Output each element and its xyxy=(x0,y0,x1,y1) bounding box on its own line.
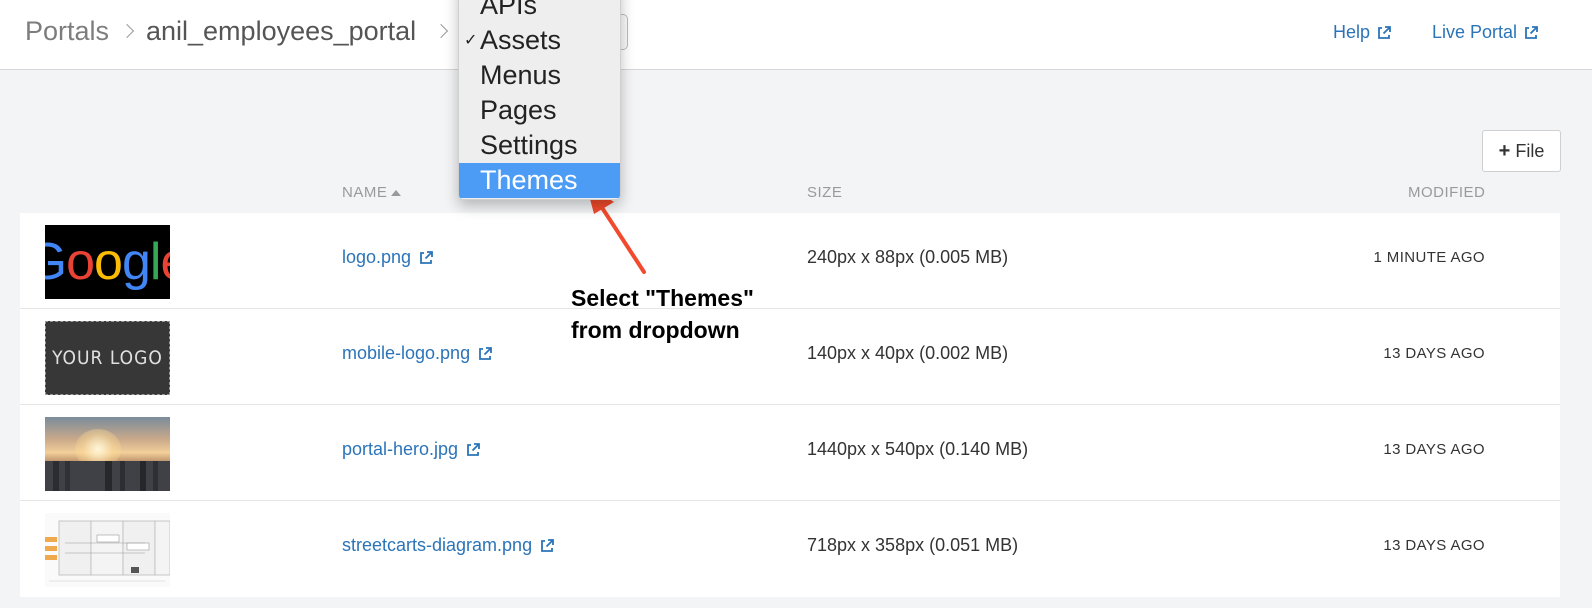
dropdown-item-label: Menus xyxy=(480,60,562,90)
file-name-label: logo.png xyxy=(342,247,412,267)
column-header-modified: MODIFIED xyxy=(1408,184,1486,201)
dropdown-item-themes[interactable]: Themes xyxy=(459,163,620,198)
table-row: portal-hero.jpg 1440px x 540px (0.140 MB… xyxy=(20,405,1560,501)
file-size: 1440px x 540px (0.140 MB) xyxy=(807,439,1029,459)
table-row: streetcarts-diagram.png 718px x 358px (0… xyxy=(20,501,1560,597)
google-logo-thumbnail[interactable]: Google xyxy=(45,225,170,299)
app-header: Portals anil_employees_portal Help Live … xyxy=(0,0,1592,70)
table-row: YOUR LOGO mobile-logo.png 140px x 40px (… xyxy=(20,309,1560,405)
external-link-icon xyxy=(418,250,434,266)
dropdown-item-label: Assets xyxy=(480,25,562,55)
file-size: 240px x 88px (0.005 MB) xyxy=(807,247,1009,267)
column-header-name-label: NAME xyxy=(342,184,388,201)
column-header-name[interactable]: NAME xyxy=(342,184,402,201)
annotation-line-2: from dropdown xyxy=(571,317,740,343)
annotation-line-1: Select "Themes" xyxy=(571,285,754,311)
external-link-icon xyxy=(539,538,555,554)
your-logo-text: YOUR LOGO xyxy=(52,347,163,369)
file-size: 718px x 358px (0.051 MB) xyxy=(807,535,1019,555)
google-logo-letter: e xyxy=(160,232,170,292)
file-name-label: mobile-logo.png xyxy=(342,343,471,363)
google-logo-letter: G xyxy=(45,233,67,291)
dropdown-item-label: Themes xyxy=(480,165,578,195)
file-name-label: portal-hero.jpg xyxy=(342,439,459,459)
table-row: Google logo.png 240px x 88px (0.005 MB) … xyxy=(20,213,1560,309)
help-link-label: Help xyxy=(1333,22,1371,42)
file-size: 140px x 40px (0.002 MB) xyxy=(807,343,1009,363)
dropdown-item-label: Settings xyxy=(480,130,578,160)
file-modified: 13 DAYS AGO xyxy=(1383,441,1485,458)
external-link-icon xyxy=(1376,25,1392,41)
breadcrumb-portal-name[interactable]: anil_employees_portal xyxy=(146,16,416,47)
sort-ascending-icon xyxy=(391,189,402,196)
external-link-icon xyxy=(465,442,481,458)
add-file-label: File xyxy=(1515,140,1545,161)
checkmark-icon: ✓ xyxy=(464,32,478,49)
file-name-link[interactable]: streetcarts-diagram.png xyxy=(342,535,555,556)
live-portal-link[interactable]: Live Portal xyxy=(1432,22,1539,43)
external-link-icon xyxy=(1523,25,1539,41)
your-logo-thumbnail[interactable]: YOUR LOGO xyxy=(45,321,170,395)
file-name-link[interactable]: logo.png xyxy=(342,247,434,268)
dropdown-item-label: Pages xyxy=(480,95,557,125)
external-link-icon xyxy=(477,346,493,362)
file-modified: 13 DAYS AGO xyxy=(1383,537,1485,554)
section-dropdown-menu: APIs ✓ Assets Menus Pages Settings Theme… xyxy=(458,0,621,200)
live-portal-link-label: Live Portal xyxy=(1432,22,1518,42)
diagram-thumbnail[interactable] xyxy=(45,513,170,587)
file-name-label: streetcarts-diagram.png xyxy=(342,535,533,555)
breadcrumb-portals[interactable]: Portals xyxy=(25,16,109,47)
add-file-button[interactable]: + File xyxy=(1482,130,1561,172)
google-logo-letter: g xyxy=(121,233,151,291)
chevron-right-icon xyxy=(433,23,449,39)
annotation-callout: Select "Themes" from dropdown xyxy=(571,282,754,346)
google-logo-letter: o xyxy=(66,233,95,291)
dropdown-item-label: APIs xyxy=(480,0,538,20)
google-logo-letter: l xyxy=(149,233,162,291)
file-modified: 13 DAYS AGO xyxy=(1383,345,1485,362)
file-name-link[interactable]: portal-hero.jpg xyxy=(342,439,481,460)
file-name-link[interactable]: mobile-logo.png xyxy=(342,343,493,364)
assets-table: Google logo.png 240px x 88px (0.005 MB) … xyxy=(20,213,1560,597)
city-hero-thumbnail[interactable] xyxy=(45,417,170,491)
city-skyline-graphic xyxy=(45,461,170,491)
dropdown-item-settings[interactable]: Settings xyxy=(459,128,620,163)
file-modified: 1 MINUTE AGO xyxy=(1373,249,1485,266)
dropdown-item-assets[interactable]: ✓ Assets xyxy=(459,23,620,58)
diagram-graphic xyxy=(45,520,170,582)
dropdown-item-apis[interactable]: APIs xyxy=(459,0,620,23)
column-header-size: SIZE xyxy=(807,184,843,201)
help-link[interactable]: Help xyxy=(1333,22,1392,43)
google-logo-letter: o xyxy=(94,233,123,291)
dropdown-item-pages[interactable]: Pages xyxy=(459,93,620,128)
dropdown-item-menus[interactable]: Menus xyxy=(459,58,620,93)
plus-icon: + xyxy=(1498,140,1511,162)
chevron-right-icon xyxy=(119,23,135,39)
